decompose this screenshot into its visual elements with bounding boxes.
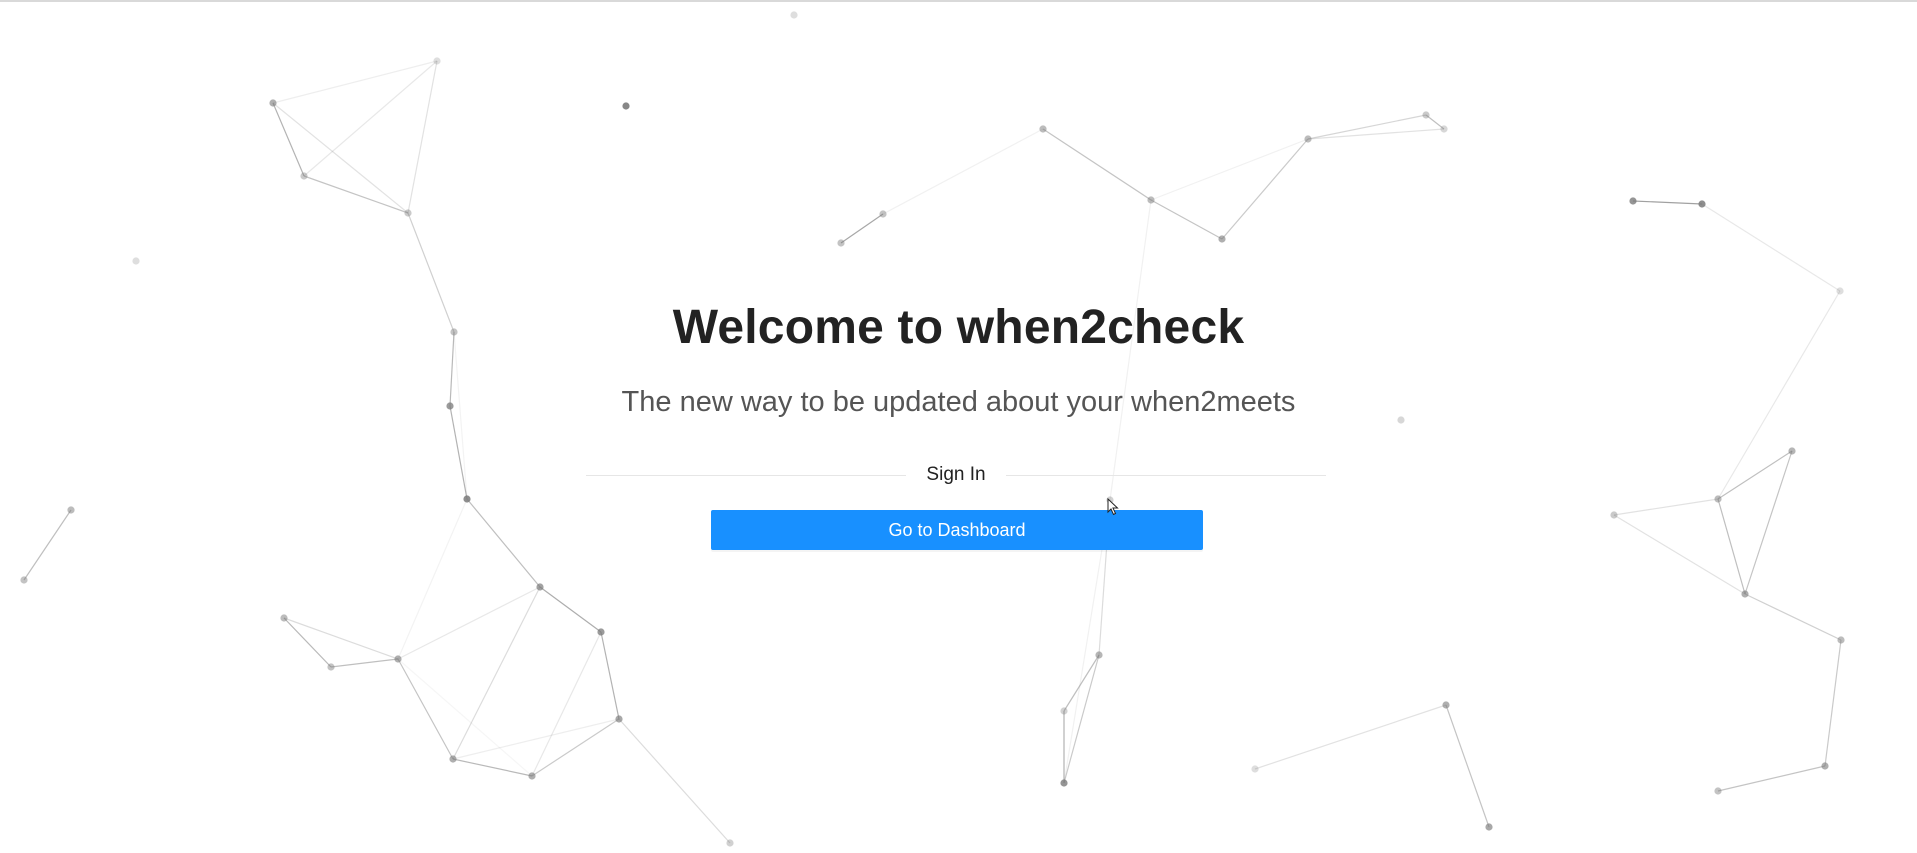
network-link	[407, 60, 438, 214]
network-link	[397, 586, 541, 660]
network-node	[1218, 235, 1226, 243]
network-node	[536, 583, 544, 591]
network-link	[452, 758, 533, 777]
network-node	[1836, 287, 1844, 295]
network-node	[446, 402, 454, 410]
network-link	[1701, 203, 1841, 292]
network-link	[452, 586, 541, 760]
network-link	[330, 658, 399, 668]
network-node	[1440, 125, 1448, 133]
network-link	[397, 498, 468, 660]
network-node	[726, 839, 734, 847]
network-link	[1150, 138, 1309, 201]
network-link	[449, 405, 468, 500]
network-node	[404, 209, 412, 217]
network-node	[280, 614, 288, 622]
network-link	[539, 586, 602, 633]
network-node	[1060, 707, 1068, 715]
network-link	[453, 331, 468, 500]
network-link	[283, 617, 399, 660]
network-node	[1485, 823, 1493, 831]
network-node	[879, 210, 887, 218]
go-to-dashboard-button[interactable]: Go to Dashboard	[711, 510, 1203, 550]
network-node	[790, 11, 798, 19]
network-node	[450, 328, 458, 336]
network-link	[600, 631, 620, 720]
network-link	[618, 718, 731, 844]
network-link	[303, 175, 409, 214]
network-link	[1824, 639, 1842, 767]
network-link	[397, 658, 454, 760]
network-node	[1610, 511, 1618, 519]
network-link	[1254, 704, 1447, 770]
network-link	[1109, 199, 1152, 501]
network-link	[531, 631, 602, 777]
network-node	[1788, 447, 1796, 455]
network-link	[1445, 704, 1490, 828]
network-node	[837, 239, 845, 247]
network-node	[1106, 496, 1114, 504]
particle-network-background	[20, 11, 1845, 847]
network-node	[1837, 636, 1845, 644]
network-node	[1422, 111, 1430, 119]
network-node	[20, 576, 28, 584]
network-link	[23, 509, 72, 581]
network-link	[449, 331, 455, 407]
network-link	[407, 212, 455, 333]
network-node	[615, 715, 623, 723]
network-link	[283, 617, 332, 668]
network-link	[1632, 200, 1703, 205]
network-node	[394, 655, 402, 663]
network-node	[1251, 765, 1259, 773]
network-node	[1821, 762, 1829, 770]
network-link	[466, 498, 541, 588]
network-node	[1442, 701, 1450, 709]
network-node	[433, 57, 441, 65]
network-node	[1629, 197, 1637, 205]
network-link	[1744, 593, 1842, 641]
network-node	[1714, 495, 1722, 503]
network-node	[300, 172, 308, 180]
network-node	[622, 102, 630, 110]
network-node	[1698, 200, 1706, 208]
network-link	[1221, 138, 1309, 240]
network-node	[1304, 135, 1312, 143]
network-link	[1307, 128, 1445, 140]
network-link	[1744, 450, 1793, 595]
network-link	[1717, 765, 1826, 792]
network-node	[463, 495, 471, 503]
network-node	[449, 755, 457, 763]
network-link	[1150, 199, 1223, 240]
network-link	[840, 213, 884, 244]
network-node	[528, 772, 536, 780]
network-link	[1717, 290, 1841, 500]
network-node	[327, 663, 335, 671]
network-node	[269, 99, 277, 107]
network-node	[1095, 651, 1103, 659]
network-link	[1063, 654, 1100, 712]
network-link	[1613, 498, 1719, 516]
network-link	[1717, 450, 1793, 500]
network-node	[1147, 196, 1155, 204]
network-node	[67, 506, 75, 514]
network-link	[397, 658, 533, 777]
network-node	[597, 628, 605, 636]
network-node	[1714, 787, 1722, 795]
network-link	[1042, 128, 1152, 201]
network-node	[132, 257, 140, 265]
network-link	[1307, 114, 1427, 140]
network-node	[1039, 125, 1047, 133]
network-link	[452, 718, 620, 760]
network-link	[272, 102, 409, 214]
network-link	[882, 128, 1044, 215]
network-node	[1397, 416, 1405, 424]
page: Welcome to when2check The new way to be …	[0, 0, 1917, 853]
network-node	[1060, 779, 1068, 787]
network-node	[1741, 590, 1749, 598]
network-link	[272, 102, 305, 177]
